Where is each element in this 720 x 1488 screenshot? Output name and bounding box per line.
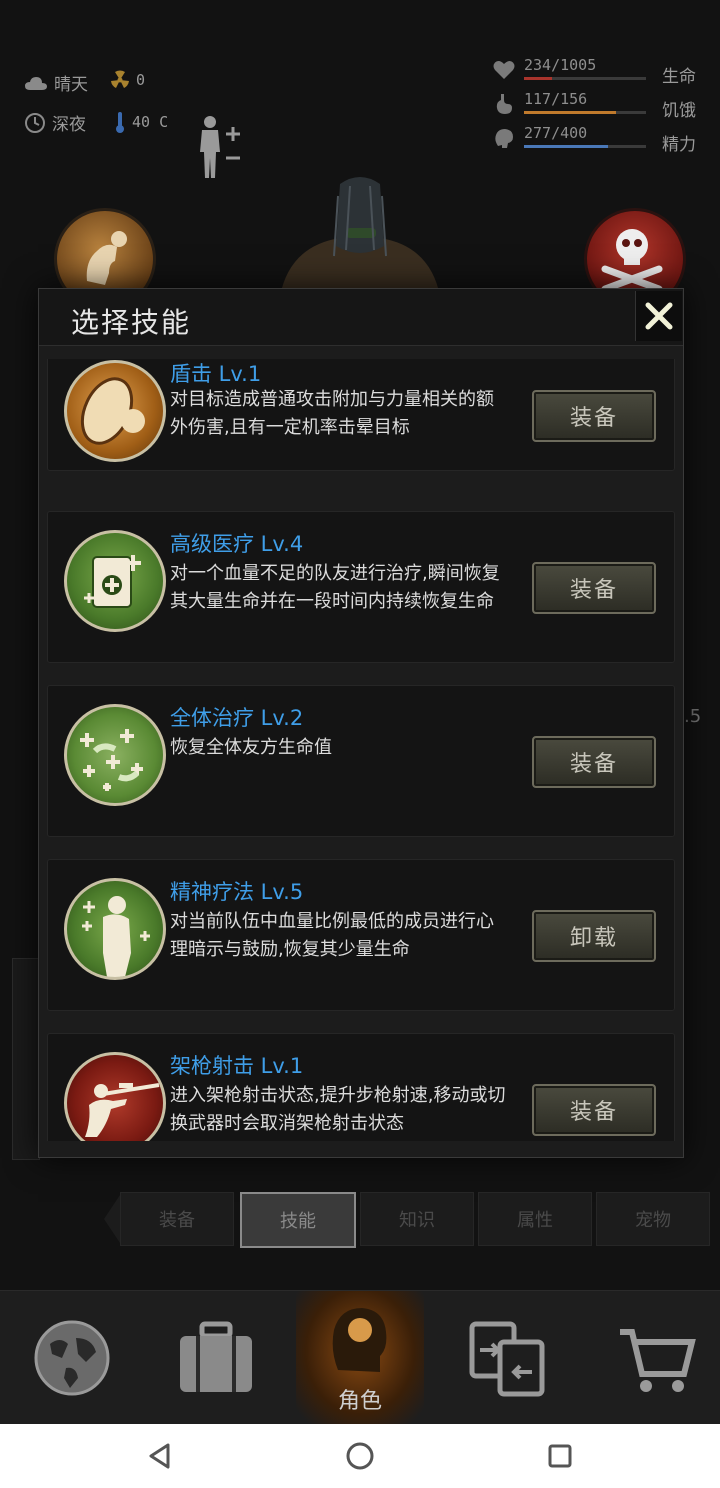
system-nav-bar xyxy=(0,1424,720,1488)
background-number: .5 xyxy=(684,706,702,727)
hunger-value: 117/156 xyxy=(524,90,588,108)
back-triangle-icon xyxy=(149,1443,170,1469)
close-icon xyxy=(645,302,673,330)
radiation-value: 0 xyxy=(136,71,146,89)
skill-description: 对当前队伍中血量比例最低的成员进行心理暗示与鼓励,恢复其少量生命 xyxy=(170,911,494,960)
back-button[interactable] xyxy=(144,1440,176,1472)
character-avatar xyxy=(280,176,440,296)
skill-description: 对目标造成普通攻击附加与力量相关的额外伤害,且有一定机率击晕目标 xyxy=(170,389,494,438)
body-status-button[interactable] xyxy=(196,114,244,184)
nav-transfer[interactable] xyxy=(436,1291,580,1424)
recents-button[interactable] xyxy=(544,1440,576,1472)
temperature-status: 40 C xyxy=(114,110,168,134)
sniper-icon xyxy=(64,1052,166,1141)
skill-item-braced-shooting: 架枪射击 Lv.1 进入架枪射击状态,提升步枪射速,移动或切换武器时会取消架枪射… xyxy=(47,1033,675,1141)
nav-shop[interactable] xyxy=(584,1291,720,1424)
radiation-icon xyxy=(111,70,129,88)
skill-description: 进入架枪射击状态,提升步枪射速,移动或切换武器时会取消架枪射击状态 xyxy=(170,1085,506,1134)
heart-icon xyxy=(493,61,515,79)
skill-item-group-heal: 全体治疗 Lv.2 恢复全体友方生命值 装备 xyxy=(47,685,675,837)
health-track xyxy=(524,77,646,80)
skill-list[interactable]: 盾击 Lv.1 对目标造成普通攻击附加与力量相关的额外伤害,且有一定机率击晕目标… xyxy=(39,359,683,1141)
game-screen: 晴天 0 深夜 40 C 234/1005 生命 117/156 饥饿 277/… xyxy=(0,0,720,1424)
cart-icon xyxy=(620,1329,696,1392)
close-button[interactable] xyxy=(635,291,682,341)
equip-button[interactable]: 装备 xyxy=(532,390,656,442)
hunger-track xyxy=(524,111,646,114)
background-panel xyxy=(12,958,40,1160)
radiation-status: 0 xyxy=(110,70,145,90)
mental-therapy-icon xyxy=(64,878,166,980)
home-button[interactable] xyxy=(344,1440,376,1472)
tab-pets[interactable]: 宠物 xyxy=(596,1192,710,1246)
equip-button[interactable]: 装备 xyxy=(532,736,656,788)
shield-bash-icon xyxy=(64,360,166,462)
weather-text: 晴天 xyxy=(54,75,88,95)
energy-value: 277/400 xyxy=(524,124,588,142)
recents-square-icon xyxy=(548,1444,572,1468)
body-figure-icon xyxy=(200,116,240,178)
nav-inventory[interactable] xyxy=(144,1291,288,1424)
skill-name: 架枪射击 Lv.1 xyxy=(170,1054,304,1078)
skill-item-advanced-medical: 高级医疗 Lv.4 对一个血量不足的队友进行治疗,瞬间恢复其大量生命并在一段时间… xyxy=(47,511,675,663)
briefcase-icon xyxy=(180,1321,252,1392)
health-value: 234/1005 xyxy=(524,56,597,74)
skill-name: 盾击 Lv.1 xyxy=(170,362,262,386)
group-heal-icon xyxy=(64,704,166,806)
nav-character-label: 角色 xyxy=(337,1389,382,1414)
dialog-header: 选择技能 xyxy=(39,289,683,346)
unequip-button[interactable]: 卸载 xyxy=(532,910,656,962)
equip-button[interactable]: 装备 xyxy=(532,1084,656,1136)
hero-figure-icon xyxy=(280,177,440,296)
cloud-icon xyxy=(25,76,47,90)
dialog-title: 选择技能 xyxy=(71,306,192,339)
tab-knowledge[interactable]: 知识 xyxy=(360,1192,474,1246)
status-header: 晴天 0 深夜 40 C 234/1005 生命 117/156 饥饿 277/… xyxy=(0,50,720,178)
character-head-icon xyxy=(332,1308,387,1372)
temperature-value: 40 C xyxy=(132,113,169,131)
medkit-icon xyxy=(64,530,166,632)
thermometer-icon xyxy=(116,112,124,133)
nav-world-map[interactable] xyxy=(0,1291,144,1424)
energy-track xyxy=(524,145,646,148)
health-label: 生命 xyxy=(662,67,696,87)
tab-attributes[interactable]: 属性 xyxy=(478,1192,592,1246)
skill-select-dialog: 选择技能 盾击 Lv.1 对目标造成普通攻击附加与力量相关的额外伤害,且有一定机… xyxy=(38,288,684,1158)
energy-label: 精力 xyxy=(662,135,696,155)
skill-item-mental-therapy: 精神疗法 Lv.5 对当前队伍中血量比例最低的成员进行心理暗示与鼓励,恢复其少量… xyxy=(47,859,675,1011)
nav-character[interactable]: 角色 xyxy=(296,1291,424,1424)
health-fill xyxy=(524,77,553,80)
health-bar: 234/1005 生命 xyxy=(492,56,702,87)
time-text: 深夜 xyxy=(52,115,86,135)
energy-fill xyxy=(524,145,609,148)
globe-icon xyxy=(34,1320,110,1396)
tab-skills[interactable]: 技能 xyxy=(240,1192,356,1248)
skill-name: 高级医疗 Lv.4 xyxy=(170,532,304,556)
stomach-icon xyxy=(496,94,512,114)
hunger-fill xyxy=(524,111,616,114)
exchange-icon xyxy=(469,1321,545,1397)
energy-bar: 277/400 精力 xyxy=(492,124,702,155)
skill-name: 全体治疗 Lv.2 xyxy=(170,706,304,730)
hunger-bar: 117/156 饥饿 xyxy=(492,90,702,121)
equip-button[interactable]: 装备 xyxy=(532,562,656,614)
skill-description: 对一个血量不足的队友进行治疗,瞬间恢复其大量生命并在一段时间内持续恢复生命 xyxy=(170,563,500,612)
bottom-nav: 角色 xyxy=(0,1290,720,1424)
clock-icon xyxy=(25,112,45,133)
home-circle-icon xyxy=(346,1442,374,1470)
character-tabs: 装备 技能 知识 属性 宠物 xyxy=(0,1190,720,1248)
brain-icon xyxy=(495,129,513,148)
time-status: 深夜 xyxy=(24,110,86,135)
tab-equipment[interactable]: 装备 xyxy=(120,1192,234,1246)
weather-status: 晴天 xyxy=(24,70,88,95)
skill-description: 恢复全体友方生命值 xyxy=(170,737,332,758)
skill-name: 精神疗法 Lv.5 xyxy=(170,880,304,904)
hunger-label: 饥饿 xyxy=(662,101,696,121)
skill-item-shield-bash: 盾击 Lv.1 对目标造成普通攻击附加与力量相关的额外伤害,且有一定机率击晕目标… xyxy=(47,359,675,471)
